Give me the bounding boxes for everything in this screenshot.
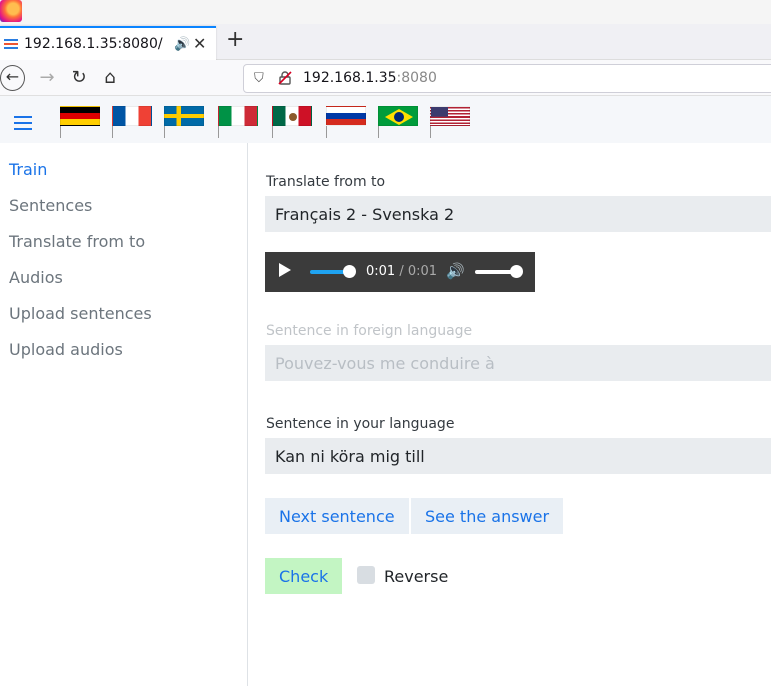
home-icon[interactable]: ⌂: [97, 65, 123, 91]
sidebar-item-translate-from-to[interactable]: Translate from to: [9, 232, 145, 251]
app-header: [0, 96, 771, 143]
translate-from-to-select[interactable]: Français 2 - Svenska 2: [265, 196, 771, 232]
sidebar-item-upload-sentences[interactable]: Upload sentences: [9, 304, 152, 323]
brazil-flag-icon[interactable]: [378, 106, 418, 126]
native-sentence-label: Sentence in your language: [266, 416, 455, 432]
favicon-icon: [4, 39, 18, 51]
progress-handle[interactable]: [343, 265, 356, 278]
speaker-icon[interactable]: 🔊: [174, 37, 190, 52]
url-text: 192.168.1.35:8080: [303, 70, 437, 86]
current-time: 0:01: [366, 264, 396, 279]
sidebar-item-sentences[interactable]: Sentences: [9, 196, 92, 215]
reverse-label: Reverse: [384, 567, 449, 586]
next-sentence-button[interactable]: Next sentence: [265, 498, 409, 534]
url-port: :8080: [396, 70, 437, 86]
foreign-sentence-input[interactable]: Pouvez-vous me conduire à: [265, 345, 771, 381]
foreign-sentence-label: Sentence in foreign language: [266, 323, 473, 339]
url-bar[interactable]: ⛉ 192.168.1.35:8080: [243, 64, 771, 93]
forward-arrow-icon[interactable]: →: [34, 65, 60, 91]
italy-flag-icon[interactable]: [218, 106, 258, 126]
firefox-logo-icon[interactable]: [0, 0, 22, 22]
russia-flag-icon[interactable]: [326, 106, 366, 126]
hamburger-menu-icon[interactable]: [14, 116, 32, 130]
check-button[interactable]: Check: [265, 558, 343, 594]
navigation-bar: ← → ↻ ⌂ ⛉ 192.168.1.35:8080: [0, 60, 771, 96]
audio-player: 0:01 / 0:01 🔊: [265, 252, 535, 292]
native-sentence-input[interactable]: Kan ni köra mig till: [265, 438, 771, 474]
reverse-checkbox[interactable]: [357, 566, 375, 584]
france-flag-icon[interactable]: [112, 106, 152, 126]
insecure-lock-icon[interactable]: [278, 71, 292, 85]
usa-flag-icon[interactable]: [430, 106, 470, 126]
volume-icon[interactable]: 🔊: [446, 262, 465, 280]
see-answer-button[interactable]: See the answer: [411, 498, 564, 534]
new-tab-button[interactable]: +: [226, 28, 244, 52]
sidebar-item-upload-audios[interactable]: Upload audios: [9, 340, 123, 359]
volume-handle[interactable]: [510, 265, 523, 278]
os-top-bar: [0, 0, 771, 24]
mexico-flag-icon[interactable]: [272, 106, 312, 126]
play-icon[interactable]: [279, 263, 291, 277]
sweden-flag-icon[interactable]: [164, 106, 204, 126]
time-display: 0:01 / 0:01: [366, 264, 437, 279]
sidebar: Train Sentences Translate from to Audios…: [0, 143, 248, 686]
time-separator: /: [395, 264, 408, 279]
back-arrow-icon[interactable]: ←: [0, 65, 25, 91]
browser-tab[interactable]: 192.168.1.35:8080/ 🔊 ✕: [0, 26, 216, 60]
sidebar-item-train[interactable]: Train: [9, 160, 47, 179]
close-tab-icon[interactable]: ✕: [193, 34, 206, 53]
sidebar-item-audios[interactable]: Audios: [9, 268, 63, 287]
tab-strip: 192.168.1.35:8080/ 🔊 ✕ +: [0, 24, 771, 60]
url-host: 192.168.1.35: [303, 70, 397, 86]
tab-title: 192.168.1.35:8080/: [24, 36, 163, 52]
germany-flag-icon[interactable]: [60, 106, 100, 126]
reload-icon[interactable]: ↻: [66, 65, 92, 91]
total-time: 0:01: [407, 264, 438, 279]
shield-icon[interactable]: ⛉: [254, 71, 264, 86]
main-content: Translate from to Français 2 - Svenska 2…: [249, 143, 771, 686]
translate-from-to-label: Translate from to: [266, 174, 386, 190]
volume-track[interactable]: [475, 270, 513, 274]
